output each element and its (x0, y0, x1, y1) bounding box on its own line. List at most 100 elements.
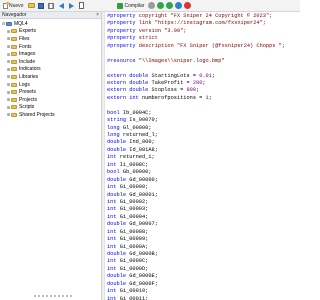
compile-button[interactable]: Compilar (115, 1, 146, 11)
forward-button[interactable] (67, 2, 75, 10)
code-token: ; (211, 72, 216, 79)
code-line: double Ind_000; (107, 139, 300, 146)
code-line: #property copyright "FX Sniper 24 Copyri… (107, 13, 300, 20)
folder-icon (11, 105, 17, 110)
code-token: numberofpositions = (141, 94, 206, 101)
code-line: int Gi_00002; (107, 199, 300, 206)
folder-icon (11, 44, 17, 49)
tree-item-logs[interactable]: ⊞ Logs (0, 81, 101, 89)
code-token: 800 (186, 87, 197, 94)
tree-item-experts[interactable]: ⊞ Experts (0, 28, 101, 36)
code-token: int (107, 228, 120, 235)
code-line: #property strict (107, 35, 300, 42)
play-history-icon[interactable] (166, 2, 174, 9)
code-line: int Gi_00000; (107, 184, 300, 191)
tree-item-scripts[interactable]: ⊞ Scripts (0, 104, 101, 112)
folder-icon (11, 90, 17, 95)
code-line: double Gd_0000E; (107, 273, 300, 280)
code-line: int Gi_0000D; (107, 266, 300, 273)
save-button[interactable] (37, 2, 45, 10)
navigator-toggle-button[interactable] (47, 2, 55, 10)
code-token: version "3.00"; (138, 27, 187, 34)
code-line: double Gd_0000B; (107, 251, 300, 258)
code-token: int (107, 295, 120, 300)
stop-icon[interactable] (148, 2, 156, 9)
folder-icon (11, 29, 17, 34)
code-token: bool (107, 169, 123, 176)
code-line: double Id_001A8; (107, 147, 300, 154)
code-line: double Gd_0000F; (107, 281, 300, 288)
code-token: Ii_0008C; (119, 161, 149, 168)
code-line: extern double Stoploss = 800; (107, 87, 300, 94)
tree-item-images[interactable]: ⊞ Images (0, 50, 101, 58)
code-token: #resource (107, 57, 139, 64)
tree-item-presets[interactable]: ⊞ Presets (0, 88, 101, 96)
code-token: 200 (192, 79, 203, 86)
code-token: int (107, 198, 120, 205)
code-line: extern double TakeProfit = 200; (107, 80, 300, 87)
code-token: double (107, 191, 130, 198)
code-line: #property description "FX Sniper (@fxsni… (107, 43, 300, 50)
folder-icon (11, 112, 17, 117)
tree-item-label: Experts (19, 28, 36, 35)
code-line: double Gd_00007; (107, 221, 300, 228)
tree-item-indicators[interactable]: ⊞ Indicators (0, 66, 101, 74)
open-button[interactable] (27, 2, 35, 10)
tree-item-fonts[interactable]: ⊞ Fonts (0, 43, 101, 51)
code-line: int Gi_00010; (107, 288, 300, 295)
tree-item-files[interactable]: ⊞ Files (0, 35, 101, 43)
back-button[interactable] (57, 2, 65, 10)
tree-item-mql4[interactable]: ⊟ MQL4 (0, 20, 101, 28)
code-token: int (107, 265, 120, 272)
tree-item-shared-projects[interactable]: ⊞ Shared Projects (0, 111, 101, 119)
code-area[interactable]: #property copyright "FX Sniper 24 Copyri… (107, 13, 300, 300)
tree-item-label: Indicators (19, 66, 41, 73)
tree-item-label: Files (19, 35, 30, 42)
code-token: ; (196, 87, 200, 94)
code-token: returned_l; (122, 132, 158, 138)
tree-item-projects[interactable]: ⊞ Projects (0, 96, 101, 104)
code-token: TakeProfit = (151, 79, 193, 86)
play-icon[interactable] (157, 2, 165, 9)
code-line: string Is_00070; (107, 117, 300, 124)
stop-debug-icon[interactable] (184, 2, 192, 9)
code-token: ; (208, 94, 212, 101)
save-icon (38, 2, 45, 9)
close-icon[interactable]: × (96, 12, 99, 18)
arrow-left-icon (58, 2, 64, 9)
navigator-panel: Navegador × ⊟ MQL4 ⊞ Experts ⊞ Files ⊞ Fonts ⊞ Im… (0, 12, 102, 300)
code-line: int returned_i; (107, 154, 300, 161)
code-token: long (107, 132, 123, 138)
folder-icon (11, 59, 17, 64)
code-line: double Gd_00001; (107, 192, 300, 199)
code-token: int (107, 288, 120, 295)
code-token: description "FX Sniper (@fxsniper24) Cho… (138, 42, 286, 49)
document-button[interactable] (77, 2, 85, 10)
code-line: #property link "https://instagram.com/fx… (107, 20, 300, 27)
code-token: Gd_0000F; (129, 280, 158, 287)
code-line: extern int numberofpositions = 1; (107, 95, 300, 102)
pause-icon[interactable] (175, 2, 183, 9)
code-line: int Gi_00009; (107, 236, 300, 243)
new-button[interactable]: Nuevo (1, 1, 25, 11)
document-icon (78, 2, 84, 9)
code-line: int Gi_00003; (107, 206, 300, 213)
code-line: int Gi_0000C; (107, 258, 300, 265)
code-token: Gb_00000; (122, 169, 152, 176)
tree-item-label: Projects (19, 96, 38, 103)
code-token: Gi_00010; (119, 288, 149, 295)
tree-item-libraries[interactable]: ⊞ Libraries (0, 73, 101, 81)
code-token: #property (107, 27, 139, 34)
code-editor[interactable]: #property copyright "FX Sniper 24 Copyri… (102, 12, 300, 300)
code-token: strict (138, 35, 158, 42)
code-token: extern int (107, 94, 142, 101)
code-token: extern double (107, 87, 152, 94)
tree-item-include[interactable]: ⊞ Include (0, 58, 101, 66)
folder-icon (6, 21, 12, 26)
navigator-scrollbar[interactable] (34, 295, 74, 297)
code-token: Gi_00009; (119, 236, 149, 243)
code-token: long (107, 124, 123, 131)
code-token: double (107, 280, 130, 287)
